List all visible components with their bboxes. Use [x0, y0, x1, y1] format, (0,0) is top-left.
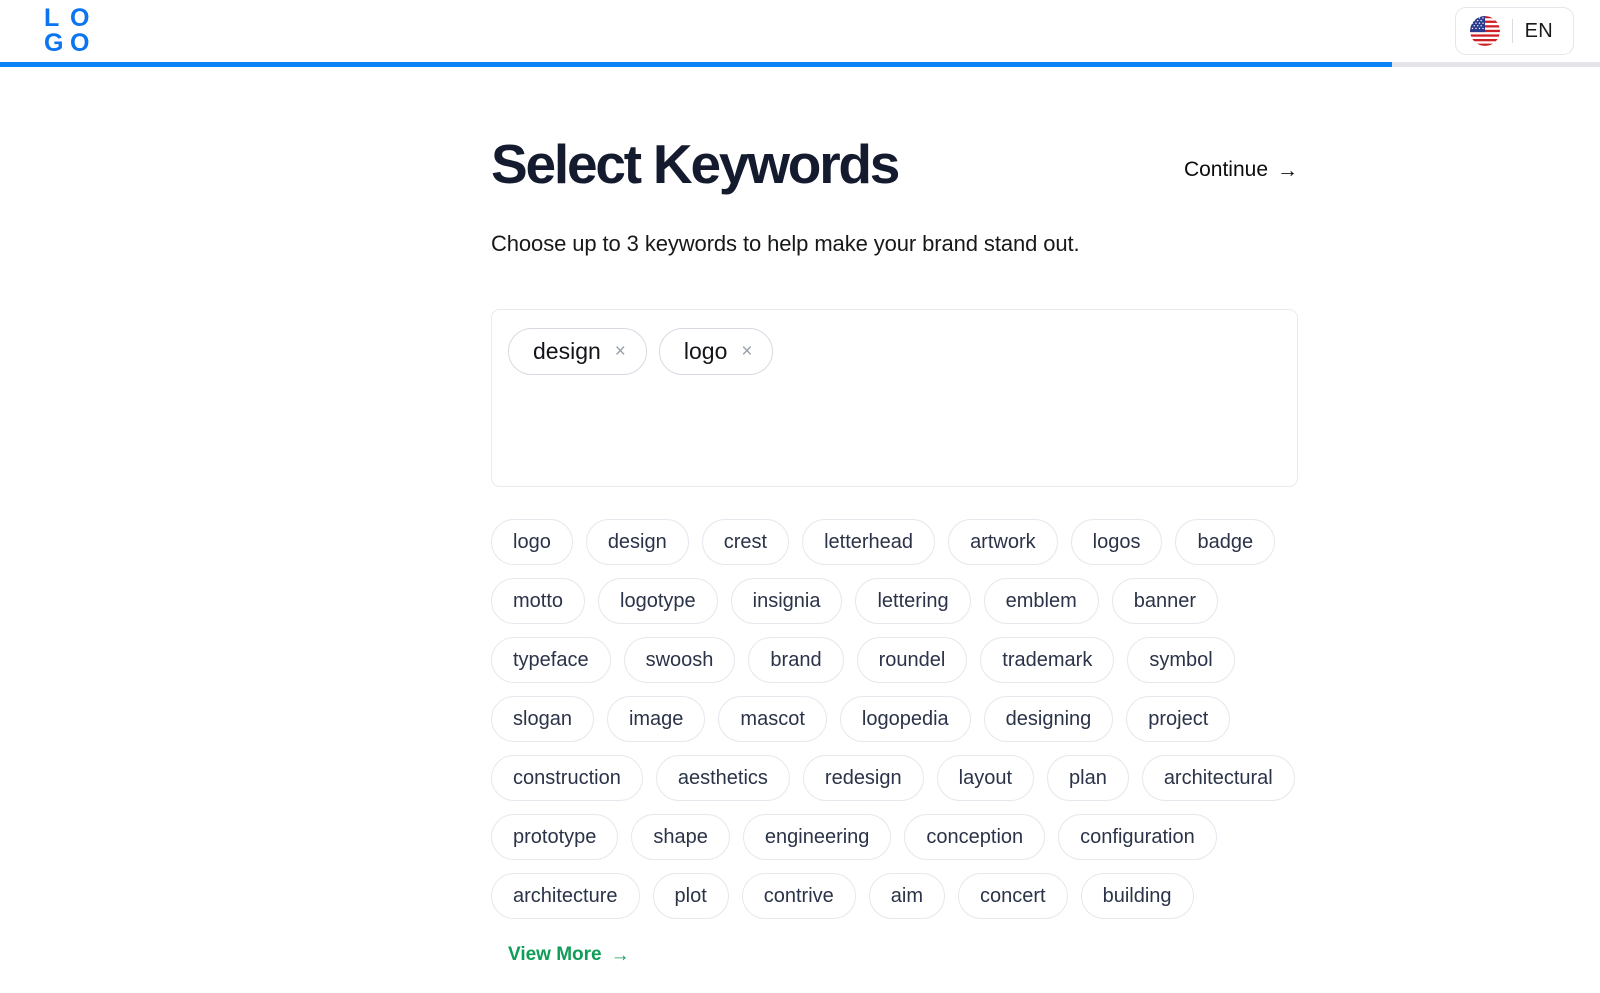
- language-selector-button[interactable]: EN: [1454, 7, 1574, 55]
- keyword-chip[interactable]: redesign: [802, 755, 924, 801]
- arrow-right-icon: →: [1277, 158, 1298, 182]
- language-divider: [1511, 19, 1513, 43]
- keyword-chip[interactable]: slogan: [491, 696, 594, 742]
- keyword-chip[interactable]: swoosh: [623, 637, 736, 683]
- keyword-chip[interactable]: typeface: [491, 637, 611, 683]
- keyword-chip[interactable]: letterhead: [802, 519, 936, 565]
- keyword-chip[interactable]: engineering: [742, 814, 892, 860]
- keyword-chip[interactable]: motto: [491, 578, 586, 624]
- keyword-chip[interactable]: roundel: [856, 637, 968, 683]
- keyword-chip[interactable]: banner: [1111, 578, 1219, 624]
- keyword-chip[interactable]: mascot: [718, 696, 827, 742]
- page-title: Select Keywords: [491, 133, 900, 195]
- keyword-chip[interactable]: artwork: [948, 519, 1058, 565]
- logo-mark[interactable]: L O G O: [44, 4, 94, 57]
- app-header: L O G O EN: [0, 0, 1600, 62]
- keyword-chip[interactable]: logo: [491, 519, 573, 565]
- keyword-chip[interactable]: project: [1126, 696, 1231, 742]
- keyword-chip[interactable]: designing: [983, 696, 1114, 742]
- logo-letter-4: O: [70, 29, 89, 57]
- keyword-chip[interactable]: brand: [748, 637, 844, 683]
- keyword-chip[interactable]: emblem: [983, 578, 1099, 624]
- keyword-chip[interactable]: design: [585, 519, 689, 565]
- keyword-chip[interactable]: aesthetics: [655, 755, 790, 801]
- selected-keyword-chip[interactable]: design ×: [508, 328, 647, 375]
- selected-keyword-label: logo: [683, 338, 728, 364]
- continue-button[interactable]: Continue →: [1184, 158, 1298, 194]
- keyword-chip[interactable]: lettering: [855, 578, 971, 624]
- title-row: Select Keywords Continue →: [491, 134, 1298, 194]
- keyword-chip[interactable]: building: [1080, 873, 1194, 919]
- us-flag-icon: [1469, 16, 1500, 46]
- keyword-chip[interactable]: architecture: [491, 873, 640, 919]
- language-label: EN: [1524, 19, 1553, 42]
- keyword-chip[interactable]: plan: [1047, 755, 1129, 801]
- keyword-chip[interactable]: concert: [958, 873, 1068, 919]
- view-more-label: View More: [508, 944, 602, 965]
- selected-keywords-input[interactable]: design × logo ×: [491, 309, 1298, 487]
- progress-bar-track: [0, 62, 1600, 67]
- progress-bar-fill: [0, 62, 1392, 67]
- keyword-chip[interactable]: plot: [652, 873, 729, 919]
- keyword-chip[interactable]: aim: [868, 873, 946, 919]
- page-subtitle: Choose up to 3 keywords to help make you…: [491, 231, 1080, 256]
- keyword-chip[interactable]: logopedia: [839, 696, 971, 742]
- keyword-chip[interactable]: logotype: [598, 578, 718, 624]
- logo-letter-1: L: [44, 4, 59, 32]
- continue-button-label: Continue: [1183, 158, 1268, 181]
- keyword-chip[interactable]: layout: [936, 755, 1034, 801]
- keyword-chip[interactable]: configuration: [1058, 814, 1217, 860]
- remove-keyword-icon[interactable]: ×: [615, 342, 626, 361]
- keyword-chip[interactable]: construction: [491, 755, 643, 801]
- keyword-chip[interactable]: prototype: [491, 814, 619, 860]
- main-content: Select Keywords Continue → Choose up to …: [0, 67, 1600, 978]
- keyword-chip[interactable]: badge: [1175, 519, 1276, 565]
- keyword-chip[interactable]: conception: [904, 814, 1046, 860]
- keyword-chip[interactable]: contrive: [741, 873, 856, 919]
- keyword-chip[interactable]: crest: [701, 519, 790, 565]
- keyword-chip[interactable]: insignia: [730, 578, 843, 624]
- keyword-chip[interactable]: architectural: [1141, 755, 1295, 801]
- keyword-chip[interactable]: trademark: [980, 637, 1115, 683]
- remove-keyword-icon[interactable]: ×: [741, 342, 752, 361]
- logo-letter-3: G: [44, 29, 63, 57]
- selected-keyword-chip[interactable]: logo ×: [658, 328, 774, 375]
- suggested-keywords-list: logo design crest letterhead artwork logos bad…: [491, 519, 1311, 978]
- arrow-right-icon: →: [610, 944, 630, 966]
- view-more-button[interactable]: View More →: [498, 932, 640, 978]
- selected-keyword-label: design: [533, 338, 601, 364]
- keyword-chip[interactable]: image: [606, 696, 706, 742]
- logo-letter-2: O: [70, 4, 89, 32]
- keyword-chip[interactable]: symbol: [1127, 637, 1235, 683]
- keyword-chip[interactable]: logos: [1070, 519, 1163, 565]
- keyword-chip[interactable]: shape: [631, 814, 730, 860]
